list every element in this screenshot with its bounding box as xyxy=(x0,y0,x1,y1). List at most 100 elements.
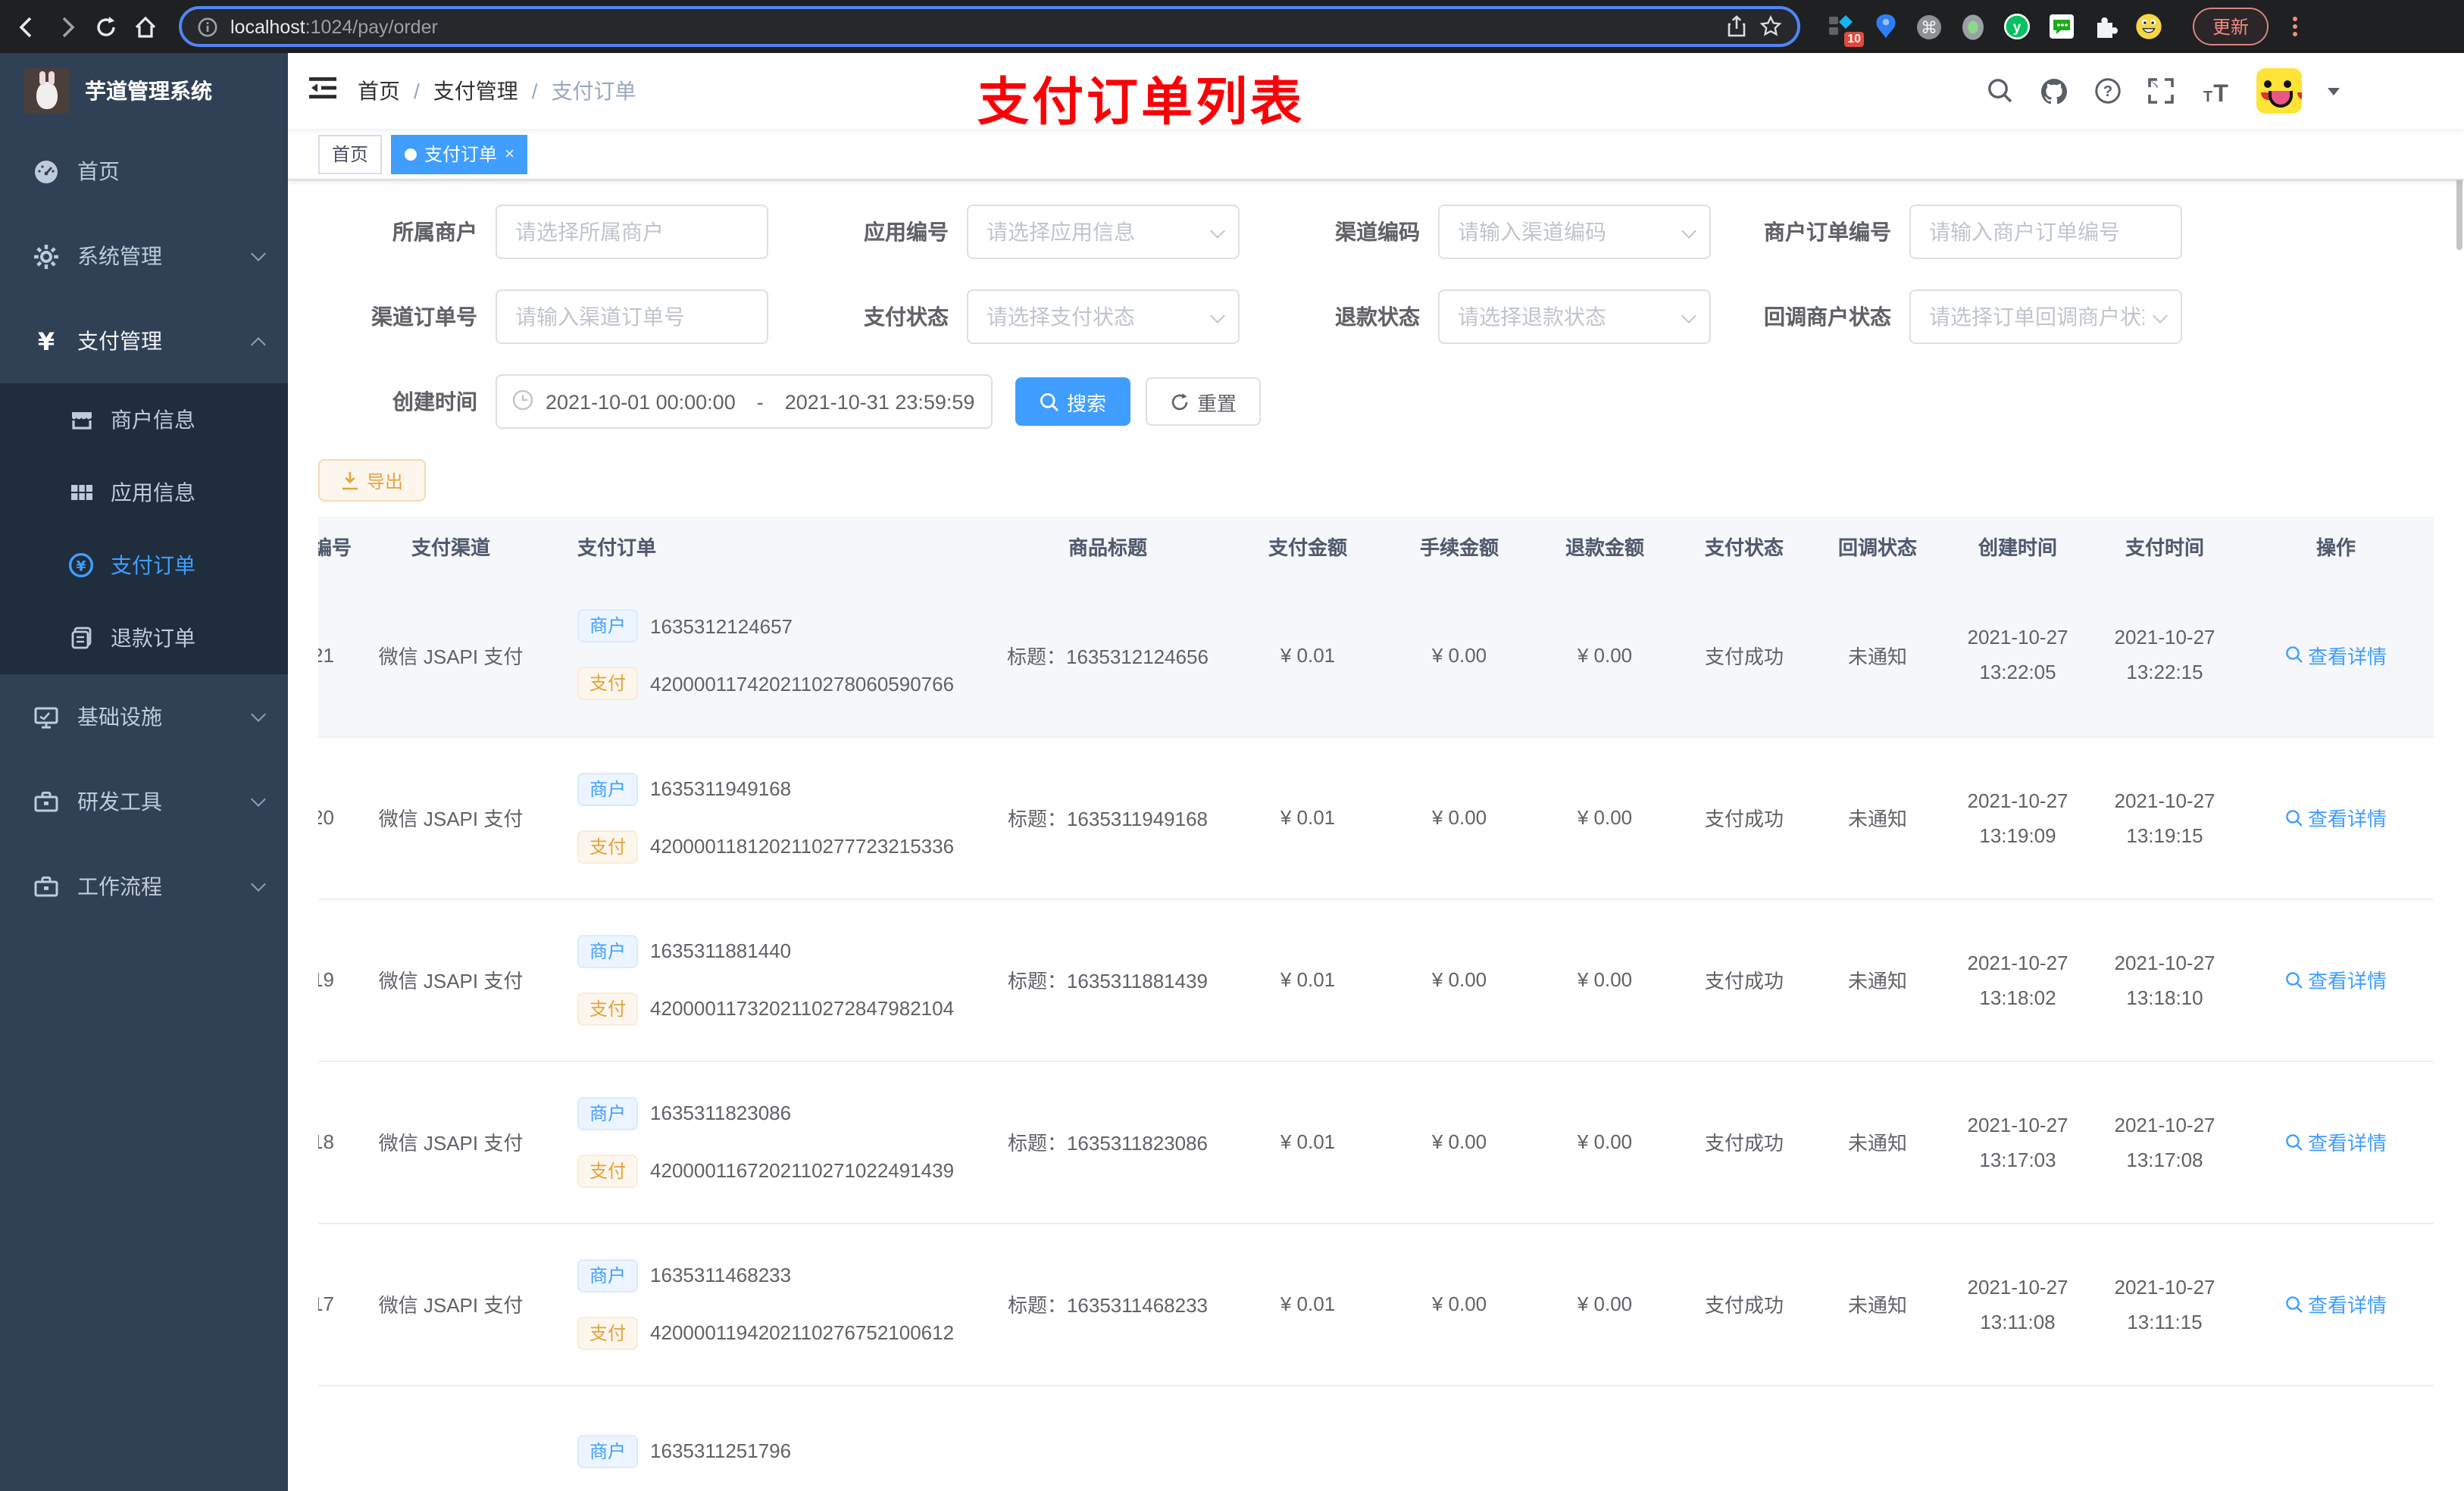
sidebar-item-workflow[interactable]: 工作流程 xyxy=(0,844,288,929)
pay-time: 13:18:10 xyxy=(2126,986,2203,1008)
app-title: 芋道管理系统 xyxy=(85,79,212,103)
pay-status-select[interactable] xyxy=(967,289,1240,344)
create-date: 2021-10-27 xyxy=(1967,1113,2068,1136)
callback-status-select[interactable] xyxy=(1909,289,2182,344)
create-time: 13:18:02 xyxy=(1979,986,2056,1008)
col-header-pay-amount: 支付金额 xyxy=(1229,517,1387,574)
cell-fee-amount: ¥ 0.00 xyxy=(1387,1061,1532,1224)
pay-order-no: 4200001174202110278060590766 xyxy=(650,672,955,695)
help-icon[interactable]: ? xyxy=(2094,77,2122,105)
address-bar[interactable]: localhost:1024/pay/order xyxy=(179,6,1800,47)
extension-emoji-icon[interactable] xyxy=(2135,13,2162,40)
browser-home-icon[interactable] xyxy=(133,14,158,39)
sidebar-item-app-info[interactable]: 应用信息 xyxy=(0,456,288,529)
cell-pay-status: 支付成功 xyxy=(1678,736,1811,899)
cell-title: 标题：1635311881439 xyxy=(987,899,1229,1061)
extension-puzzle-icon[interactable] xyxy=(2091,13,2118,40)
table-row: 17 微信 JSAPI 支付 商户 1635311468233 支付 4200001… xyxy=(318,1223,2434,1386)
sidebar-item-merchant-info[interactable]: 商户信息 xyxy=(0,383,288,456)
col-header-fee-amount: 手续金额 xyxy=(1387,517,1532,574)
merchant-tag: 商户 xyxy=(577,1434,639,1468)
view-detail-link[interactable]: 查看详情 xyxy=(2285,803,2387,832)
cell-title: 标题：1635312124656 xyxy=(987,574,1229,737)
view-detail-link[interactable]: 查看详情 xyxy=(2285,641,2387,670)
merchant-select[interactable] xyxy=(496,205,768,259)
field-label: 渠道订单号 xyxy=(371,305,477,329)
field-label: 应用编号 xyxy=(864,220,949,244)
close-icon[interactable]: × xyxy=(505,145,514,163)
tab-home[interactable]: 首页 xyxy=(318,134,383,173)
browser-update-button[interactable]: 更新 xyxy=(2193,8,2269,45)
refund-status-select[interactable] xyxy=(1438,289,1711,344)
yen-circle-icon: ¥ xyxy=(68,552,94,578)
chevron-up-icon xyxy=(251,336,266,352)
url-path: :1024/pay/order xyxy=(305,16,438,37)
browser-forward-icon[interactable] xyxy=(55,14,79,39)
font-size-icon[interactable]: TT xyxy=(2200,78,2231,104)
sidebar-item-pay[interactable]: ¥ 支付管理 xyxy=(0,299,288,383)
avatar-caret-icon[interactable] xyxy=(2328,87,2340,101)
sidebar-item-devtools[interactable]: 研发工具 xyxy=(0,759,288,844)
extension-green-dot-icon[interactable] xyxy=(1959,13,1987,40)
tab-pay-order[interactable]: 支付订单 × xyxy=(391,134,528,173)
pay-date: 2021-10-27 xyxy=(2114,1113,2215,1136)
breadcrumb-separator: / xyxy=(531,79,538,103)
view-detail-label: 查看详情 xyxy=(2307,1132,2387,1155)
bookmark-star-icon[interactable] xyxy=(1759,15,1782,38)
github-icon[interactable] xyxy=(2040,77,2068,105)
merchant-order-no: 1635311881440 xyxy=(650,939,792,962)
date-range-picker[interactable]: 2021-10-01 00:00:00 - 2021-10-31 23:59:5… xyxy=(496,374,993,429)
search-button[interactable]: 搜索 xyxy=(1015,377,1131,426)
channel-code-select[interactable] xyxy=(1438,205,1711,259)
extension-pin-icon[interactable] xyxy=(1871,13,1899,40)
view-detail-link[interactable]: 查看详情 xyxy=(2285,1127,2387,1156)
app-logo[interactable]: 芋道管理系统 xyxy=(0,53,288,129)
cell-id: 19 xyxy=(318,968,334,991)
export-button[interactable]: 导出 xyxy=(318,459,427,502)
page-scrollbar[interactable] xyxy=(2455,53,2464,1491)
breadcrumb-home[interactable]: 首页 xyxy=(358,76,400,106)
extension-vant-icon[interactable]: y xyxy=(2003,13,2031,40)
extension-command-icon[interactable]: ⌘ xyxy=(1915,13,1943,40)
filter-callback-status: 回调商户状态 xyxy=(1740,289,2211,344)
merchant-order-no-input[interactable] xyxy=(1909,205,2182,259)
browser-menu-icon[interactable] xyxy=(2293,17,2298,36)
share-icon[interactable] xyxy=(1726,15,1747,38)
export-button-label: 导出 xyxy=(367,470,404,492)
sidebar-item-system[interactable]: 系统管理 xyxy=(0,214,288,299)
filter-channel-code: 渠道编码 xyxy=(1268,205,1740,259)
search-icon[interactable] xyxy=(1987,77,2014,105)
reset-button[interactable]: 重置 xyxy=(1146,377,1262,426)
pay-time: 13:17:08 xyxy=(2126,1148,2203,1171)
field-label: 商户订单编号 xyxy=(1764,220,1891,244)
active-dot xyxy=(405,148,417,160)
fullscreen-icon[interactable] xyxy=(2147,77,2175,105)
sidebar-collapse-icon[interactable] xyxy=(309,75,336,107)
avatar[interactable] xyxy=(2256,68,2302,114)
sidebar-item-home[interactable]: 首页 xyxy=(0,129,288,214)
breadcrumb-pay-manage[interactable]: 支付管理 xyxy=(433,76,518,106)
channel-order-no-input[interactable] xyxy=(496,289,768,344)
filter-merchant-order-no: 商户订单编号 xyxy=(1740,205,2211,259)
browser-back-icon[interactable] xyxy=(15,14,39,39)
filter-app: 应用编号 xyxy=(797,205,1268,259)
extension-chat-icon[interactable] xyxy=(2047,13,2075,40)
field-label: 渠道编码 xyxy=(1335,220,1420,244)
view-detail-link[interactable]: 查看详情 xyxy=(2285,965,2387,994)
cell-fee-amount: ¥ 0.00 xyxy=(1387,736,1532,899)
cell-pay-amount: ¥ 0.01 xyxy=(1229,1061,1387,1224)
browser-reload-icon[interactable] xyxy=(94,14,118,39)
app-select[interactable] xyxy=(967,205,1240,259)
toolbox-icon xyxy=(33,874,59,899)
sidebar-item-pay-order[interactable]: ¥ 支付订单 xyxy=(0,529,288,602)
pay-time: 13:19:15 xyxy=(2126,824,2203,846)
sidebar-item-infra[interactable]: 基础设施 xyxy=(0,674,288,759)
site-info-icon[interactable] xyxy=(197,16,218,37)
dashboard-icon xyxy=(33,158,59,184)
col-header-notify-status: 回调状态 xyxy=(1811,517,1944,574)
sidebar-item-refund-order[interactable]: 退款订单 xyxy=(0,602,288,674)
create-date: 2021-10-27 xyxy=(1967,1275,2068,1298)
pay-date: 2021-10-27 xyxy=(2114,951,2215,974)
view-detail-link[interactable]: 查看详情 xyxy=(2285,1289,2387,1318)
extension-blue-diamond-icon[interactable]: 10 xyxy=(1828,13,1864,46)
